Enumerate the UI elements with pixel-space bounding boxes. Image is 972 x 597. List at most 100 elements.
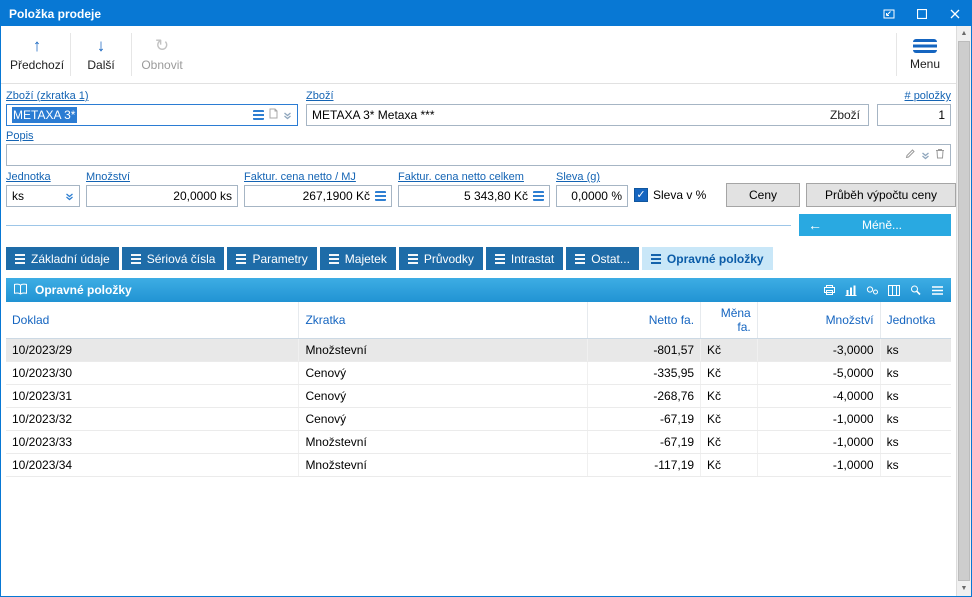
column-header-jednotka[interactable]: Jednotka bbox=[880, 302, 951, 339]
column-header-doklad[interactable]: Doklad bbox=[6, 302, 300, 339]
table-row[interactable]: 10/2023/29 Množstevní -801,57 Kč -3,0000 ks bbox=[6, 338, 951, 362]
hamburger-icon bbox=[913, 38, 937, 53]
table-cell: 10/2023/30 bbox=[6, 361, 300, 385]
window-title: Položka prodeje bbox=[9, 6, 102, 21]
list-icon bbox=[130, 253, 141, 264]
print-icon[interactable] bbox=[823, 284, 836, 296]
table-row[interactable]: 10/2023/31 Cenový -268,76 Kč -4,0000 ks bbox=[6, 384, 951, 408]
scroll-down-button[interactable]: ▼ bbox=[957, 581, 971, 596]
menu-label: Menu bbox=[909, 56, 941, 71]
refresh-button[interactable]: ↻ Obnovit bbox=[133, 29, 191, 80]
table-cell: -67,19 bbox=[587, 407, 702, 431]
column-header-mena-fa[interactable]: Měna fa. bbox=[700, 302, 758, 339]
jednotka-value: ks bbox=[12, 189, 24, 203]
zbozi-zkratka-input[interactable]: METAXA 3* bbox=[6, 104, 298, 126]
cena-celkem-label[interactable]: Faktur. cena netto celkem bbox=[398, 171, 524, 183]
book-icon bbox=[13, 283, 28, 298]
tab-seriova-cisla[interactable]: Sériová čísla bbox=[121, 247, 225, 270]
popis-chevron-icon[interactable] bbox=[921, 151, 930, 160]
table-cell: -268,76 bbox=[587, 384, 702, 408]
tab-parametry[interactable]: Parametry bbox=[227, 247, 317, 270]
vertical-scrollbar[interactable]: ▲ ▼ bbox=[956, 26, 971, 596]
dock-icon bbox=[883, 9, 895, 19]
pocet-polozek-input[interactable]: 1 bbox=[877, 104, 951, 126]
search-settings-icon[interactable] bbox=[909, 284, 922, 296]
mnozstvi-input[interactable]: 20,0000 ks bbox=[86, 185, 238, 207]
divider-line bbox=[6, 224, 791, 226]
ceny-button[interactable]: Ceny bbox=[726, 183, 800, 207]
chart-icon[interactable] bbox=[845, 285, 857, 296]
document-icon[interactable] bbox=[269, 108, 278, 122]
client-area: ↑ Předchozí ↓ Další ↻ Obnovit Menu Zboží… bbox=[1, 26, 956, 596]
mene-label: Méně... bbox=[861, 218, 903, 232]
next-button[interactable]: ↓ Další bbox=[72, 29, 130, 80]
table-cell: Kč bbox=[700, 338, 758, 362]
previous-button[interactable]: ↑ Předchozí bbox=[5, 29, 69, 80]
tab-zakladni-udaje[interactable]: Základní údaje bbox=[6, 247, 119, 270]
popis-input[interactable] bbox=[6, 144, 951, 166]
table-row[interactable]: 10/2023/33 Množstevní -67,19 Kč -1,0000 ks bbox=[6, 430, 951, 454]
table-cell: -1,0000 bbox=[757, 407, 881, 431]
table-cell: Kč bbox=[700, 407, 758, 431]
catalog-icon[interactable] bbox=[253, 110, 264, 120]
sleva-label[interactable]: Sleva (g) bbox=[556, 171, 600, 183]
tab-majetek[interactable]: Majetek bbox=[319, 247, 396, 270]
zbozi-zkratka-label[interactable]: Zboží (zkratka 1) bbox=[6, 90, 89, 102]
column-header-mnozstvi[interactable]: Množství bbox=[757, 302, 881, 339]
toolbar-separator bbox=[896, 33, 897, 76]
table-row[interactable]: 10/2023/30 Cenový -335,95 Kč -5,0000 ks bbox=[6, 361, 951, 385]
zbozi-label[interactable]: Zboží bbox=[306, 90, 334, 102]
gears-icon[interactable] bbox=[866, 285, 879, 296]
combo-chevron-icon[interactable] bbox=[65, 192, 74, 201]
column-header-zkratka[interactable]: Zkratka bbox=[298, 302, 588, 339]
menu-button[interactable]: Menu bbox=[898, 29, 952, 80]
table-cell: Množstevní bbox=[298, 338, 588, 362]
maximize-button[interactable] bbox=[905, 1, 938, 26]
table-cell: -1,0000 bbox=[757, 430, 881, 454]
mnozstvi-label[interactable]: Množství bbox=[86, 171, 130, 183]
table-row[interactable]: 10/2023/32 Cenový -67,19 Kč -1,0000 ks bbox=[6, 407, 951, 431]
scroll-up-button[interactable]: ▲ bbox=[957, 26, 971, 41]
table-cell: ks bbox=[880, 384, 951, 408]
price-calc-icon[interactable] bbox=[533, 191, 544, 201]
columns-icon[interactable] bbox=[888, 284, 900, 296]
scrollbar-thumb[interactable] bbox=[958, 41, 970, 581]
tab-opravne-polozky[interactable]: Opravné položky bbox=[641, 247, 773, 270]
panel-title: Opravné položky bbox=[35, 283, 132, 297]
tab-intrastat[interactable]: Intrastat bbox=[485, 247, 564, 270]
table-row[interactable]: 10/2023/34 Množstevní -117,19 Kč -1,0000 ks bbox=[6, 453, 951, 477]
edit-pencil-icon[interactable] bbox=[905, 148, 916, 162]
sleva-input[interactable]: 0,0000 % bbox=[556, 185, 628, 207]
tab-ostatni[interactable]: Ostat... bbox=[566, 247, 639, 270]
dropdown-chevron-icon[interactable] bbox=[283, 111, 292, 120]
mene-button[interactable]: ← Méně... bbox=[799, 214, 951, 236]
table-cell: 10/2023/29 bbox=[6, 338, 300, 362]
left-arrow-icon: ← bbox=[808, 217, 822, 233]
trash-icon[interactable] bbox=[935, 148, 945, 162]
jednotka-label[interactable]: Jednotka bbox=[6, 171, 51, 183]
cena-celkem-input[interactable]: 5 343,80 Kč bbox=[398, 185, 550, 207]
zbozi-picker-button[interactable]: Zboží bbox=[827, 108, 863, 122]
sleva-v-procentech-label[interactable]: Sleva v % bbox=[653, 188, 706, 202]
mnozstvi-value: 20,0000 ks bbox=[173, 189, 232, 203]
cena-mj-label[interactable]: Faktur. cena netto / MJ bbox=[244, 171, 356, 183]
opravne-table-body: 10/2023/29 Množstevní -801,57 Kč -3,0000 ks 10… bbox=[6, 338, 951, 477]
zbozi-input[interactable]: METAXA 3* Metaxa *** Zboží bbox=[306, 104, 869, 126]
table-cell: 10/2023/31 bbox=[6, 384, 300, 408]
price-calc-icon[interactable] bbox=[375, 191, 386, 201]
toolbar: ↑ Předchozí ↓ Další ↻ Obnovit Menu bbox=[1, 26, 956, 84]
column-header-netto-fa[interactable]: Netto fa. bbox=[587, 302, 702, 339]
close-button[interactable] bbox=[938, 1, 971, 26]
panel-menu-icon[interactable] bbox=[931, 285, 944, 296]
table-cell: -67,19 bbox=[587, 430, 702, 454]
tab-pruvodky[interactable]: Průvodky bbox=[398, 247, 483, 270]
jednotka-combo[interactable]: ks bbox=[6, 185, 80, 207]
close-icon bbox=[950, 9, 960, 19]
popis-label[interactable]: Popis bbox=[6, 130, 34, 142]
prubeh-vypoctu-ceny-button[interactable]: Průběh výpočtu ceny bbox=[806, 183, 956, 207]
table-cell: -801,57 bbox=[587, 338, 702, 362]
cena-mj-input[interactable]: 267,1900 Kč bbox=[244, 185, 392, 207]
table-cell: Cenový bbox=[298, 407, 588, 431]
dock-button[interactable] bbox=[872, 1, 905, 26]
sleva-v-procentech-checkbox[interactable]: ✓ bbox=[634, 188, 648, 202]
